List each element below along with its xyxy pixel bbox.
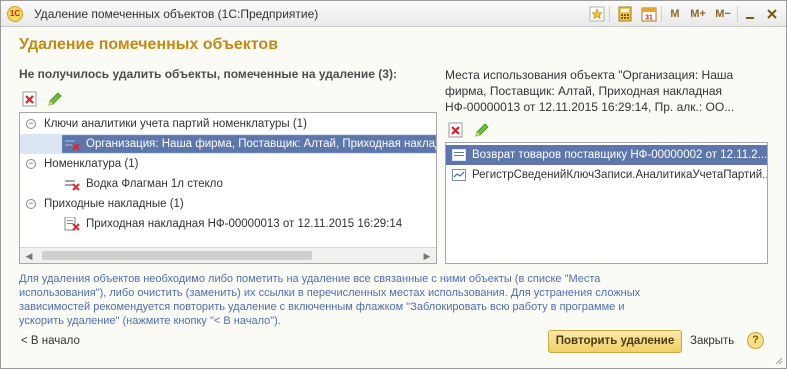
- resize-grip-icon[interactable]: [773, 355, 783, 365]
- left-toolbar: [21, 90, 71, 108]
- usage-places-caption: Места использования объекта "Организация…: [445, 68, 735, 114]
- repeat-delete-button[interactable]: Повторить удаление: [548, 330, 682, 353]
- toolbar-separator: [661, 6, 662, 22]
- tree-item-row[interactable]: Водка Флагман 1л стекло: [20, 174, 436, 194]
- right-toolbar: [447, 121, 497, 139]
- scrollbar-thumb[interactable]: [42, 251, 312, 260]
- edit-pencil-icon[interactable]: [473, 121, 491, 139]
- mark-delete-icon[interactable]: [21, 90, 39, 108]
- collapse-toggle-icon[interactable]: −: [26, 159, 36, 169]
- memory-m-button[interactable]: M: [668, 5, 682, 23]
- usage-item-label: РегистрСведенийКлючЗаписи.АналитикаУчета…: [472, 169, 767, 181]
- usage-places-list[interactable]: Возврат товаров поставщику НФ-00000002 о…: [445, 142, 768, 264]
- delete-marked-objects-window: 1С Удаление помеченных объектов (1С:Пред…: [0, 0, 787, 369]
- failed-objects-caption: Не получилось удалить объекты, помеченны…: [19, 67, 397, 81]
- calculator-icon[interactable]: [617, 6, 633, 22]
- memory-minus-button[interactable]: M−: [712, 5, 734, 23]
- usage-list-item[interactable]: РегистрСведенийКлючЗаписи.АналитикаУчета…: [446, 165, 767, 185]
- horizontal-scrollbar[interactable]: ◀ ▶: [20, 247, 436, 263]
- marked-document-icon: [64, 217, 80, 231]
- tree-item-label: Приходная накладная НФ-00000013 от 12.11…: [86, 218, 403, 230]
- failed-objects-tree[interactable]: − Ключи аналитики учета партий номенклат…: [19, 112, 437, 264]
- memory-plus-button[interactable]: M+: [687, 5, 709, 23]
- collapse-toggle-icon[interactable]: −: [26, 119, 36, 129]
- usage-item-label: Возврат товаров поставщику НФ-00000002 о…: [472, 149, 767, 161]
- marked-object-icon: [65, 180, 80, 191]
- minimize-icon[interactable]: [742, 6, 758, 22]
- close-button[interactable]: Закрыть: [690, 335, 734, 347]
- document-icon: [452, 149, 466, 161]
- scroll-left-icon[interactable]: ◀: [22, 249, 36, 263]
- tree-item-label: Водка Флагман 1л стекло: [86, 178, 223, 190]
- window-title: Удаление помеченных объектов (1С:Предпри…: [34, 7, 319, 21]
- edit-pencil-icon[interactable]: [46, 90, 64, 108]
- tree-group-label: Номенклатура (1): [44, 158, 139, 170]
- toolbar-separator: [737, 6, 738, 22]
- app-logo-icon: 1С: [7, 6, 23, 22]
- marked-object-icon: [65, 140, 80, 151]
- mark-delete-icon[interactable]: [447, 121, 465, 139]
- tree-group-row[interactable]: − Приходные накладные (1): [20, 194, 436, 214]
- collapse-toggle-icon[interactable]: −: [26, 199, 36, 209]
- back-to-start-button[interactable]: < В начало: [21, 335, 80, 347]
- title-bar[interactable]: 1С Удаление помеченных объектов (1С:Пред…: [1, 1, 786, 27]
- toolbar-separator: [609, 6, 610, 22]
- register-icon: [452, 169, 466, 181]
- tree-item-row[interactable]: Организация: Наша фирма, Поставщик: Алта…: [20, 134, 436, 154]
- calendar-icon[interactable]: 31: [641, 6, 657, 22]
- svg-text:31: 31: [645, 15, 653, 22]
- tree-item-label: Организация: Наша фирма, Поставщик: Алта…: [86, 138, 437, 150]
- usage-list-item[interactable]: Возврат товаров поставщику НФ-00000002 о…: [446, 145, 767, 165]
- form-title: Удаление помеченных объектов: [19, 36, 279, 53]
- hint-text: Для удаления объектов необходимо либо по…: [19, 273, 641, 327]
- favorites-star-icon[interactable]: [589, 6, 605, 22]
- tree-item-row[interactable]: Приходная накладная НФ-00000013 от 12.11…: [20, 214, 436, 234]
- tree-group-row[interactable]: − Ключи аналитики учета партий номенклат…: [20, 114, 436, 134]
- tree-group-row[interactable]: − Номенклатура (1): [20, 154, 436, 174]
- scroll-right-icon[interactable]: ▶: [420, 249, 434, 263]
- help-icon[interactable]: ?: [747, 332, 764, 349]
- tree-group-label: Приходные накладные (1): [44, 198, 184, 210]
- close-window-icon[interactable]: [764, 6, 780, 22]
- tree-group-label: Ключи аналитики учета партий номенклатур…: [44, 118, 307, 130]
